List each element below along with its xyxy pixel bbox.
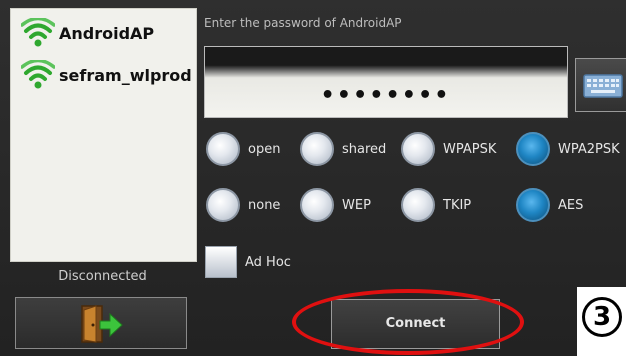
radio-circle	[300, 188, 334, 222]
wifi-signal-icon	[21, 18, 55, 47]
password-masked-value: ••••••••	[321, 83, 451, 108]
radio-label: WPA2PSK	[558, 141, 620, 157]
radio-circle	[300, 132, 334, 166]
step-number: 3	[582, 297, 622, 337]
step-annotation: 3	[577, 287, 626, 356]
network-item-androidap[interactable]: AndroidAP	[21, 17, 154, 49]
radio-label: WEP	[342, 197, 371, 213]
radio-wpa2psk[interactable]: WPA2PSK	[516, 132, 620, 166]
radio-circle	[206, 188, 240, 222]
radio-circle-selected	[516, 188, 550, 222]
checkbox-label: Ad Hoc	[245, 254, 291, 270]
checkbox-box	[205, 246, 237, 278]
radio-wpapsk[interactable]: WPAPSK	[401, 132, 496, 166]
radio-label: AES	[558, 197, 584, 213]
radio-circle	[401, 188, 435, 222]
network-list: AndroidAP sefram_wlprod	[10, 8, 197, 262]
radio-label: none	[248, 197, 281, 213]
network-name: sefram_wlprod	[59, 65, 192, 85]
wifi-settings-screen: AndroidAP sefram_wlprod Disconnected Ent…	[0, 0, 626, 356]
exit-button[interactable]	[15, 297, 187, 349]
password-field[interactable]: ••••••••	[204, 46, 568, 118]
radio-shared[interactable]: shared	[300, 132, 386, 166]
password-prompt: Enter the password of AndroidAP	[204, 16, 402, 30]
radio-label: WPAPSK	[443, 141, 497, 157]
radio-none[interactable]: none	[206, 188, 280, 222]
wifi-signal-icon	[21, 60, 55, 89]
keyboard-icon	[583, 74, 623, 98]
radio-circle	[206, 132, 240, 166]
radio-label: shared	[342, 141, 387, 157]
radio-open[interactable]: open	[206, 132, 280, 166]
radio-label: open	[248, 141, 281, 157]
radio-circle	[401, 132, 435, 166]
connect-button[interactable]: Connect	[331, 299, 500, 349]
network-name: AndroidAP	[59, 23, 155, 43]
radio-wep[interactable]: WEP	[300, 188, 371, 222]
network-item-sefram-wlprod[interactable]: sefram_wlprod	[21, 59, 192, 91]
connection-status: Disconnected	[58, 269, 147, 284]
exit-door-icon	[81, 305, 123, 343]
radio-tkip[interactable]: TKIP	[401, 188, 471, 222]
keyboard-button[interactable]	[575, 58, 626, 112]
radio-label: TKIP	[443, 197, 472, 213]
radio-aes[interactable]: AES	[516, 188, 583, 222]
radio-circle-selected	[516, 132, 550, 166]
adhoc-checkbox[interactable]: Ad Hoc	[205, 246, 291, 278]
